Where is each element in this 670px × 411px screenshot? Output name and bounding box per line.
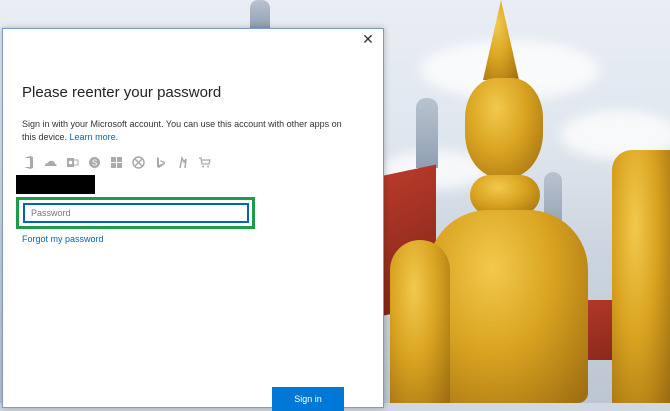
office-icon bbox=[22, 156, 35, 169]
sign-in-dialog: ✕ Please reenter your password Sign in w… bbox=[2, 28, 384, 411]
close-icon: ✕ bbox=[362, 30, 374, 47]
password-input[interactable] bbox=[23, 203, 249, 223]
msn-icon bbox=[176, 156, 189, 169]
onedrive-icon bbox=[44, 156, 57, 169]
store-icon bbox=[198, 156, 211, 169]
learn-more-link[interactable]: Learn more. bbox=[70, 132, 119, 142]
windows-icon bbox=[110, 156, 123, 169]
skype-icon: S bbox=[88, 156, 101, 169]
dialog-description: Sign in with your Microsoft account. You… bbox=[22, 118, 352, 144]
close-button[interactable]: ✕ bbox=[357, 29, 379, 49]
svg-text:S: S bbox=[92, 159, 97, 168]
bing-icon bbox=[154, 156, 167, 169]
microsoft-app-icons: S bbox=[22, 156, 211, 169]
outlook-icon bbox=[66, 156, 79, 169]
sign-in-button[interactable]: Sign in bbox=[272, 387, 344, 411]
redacted-account-name bbox=[16, 175, 95, 194]
dialog-title: Please reenter your password bbox=[22, 84, 222, 101]
xbox-icon bbox=[132, 156, 145, 169]
forgot-password-link[interactable]: Forgot my password bbox=[22, 234, 104, 244]
